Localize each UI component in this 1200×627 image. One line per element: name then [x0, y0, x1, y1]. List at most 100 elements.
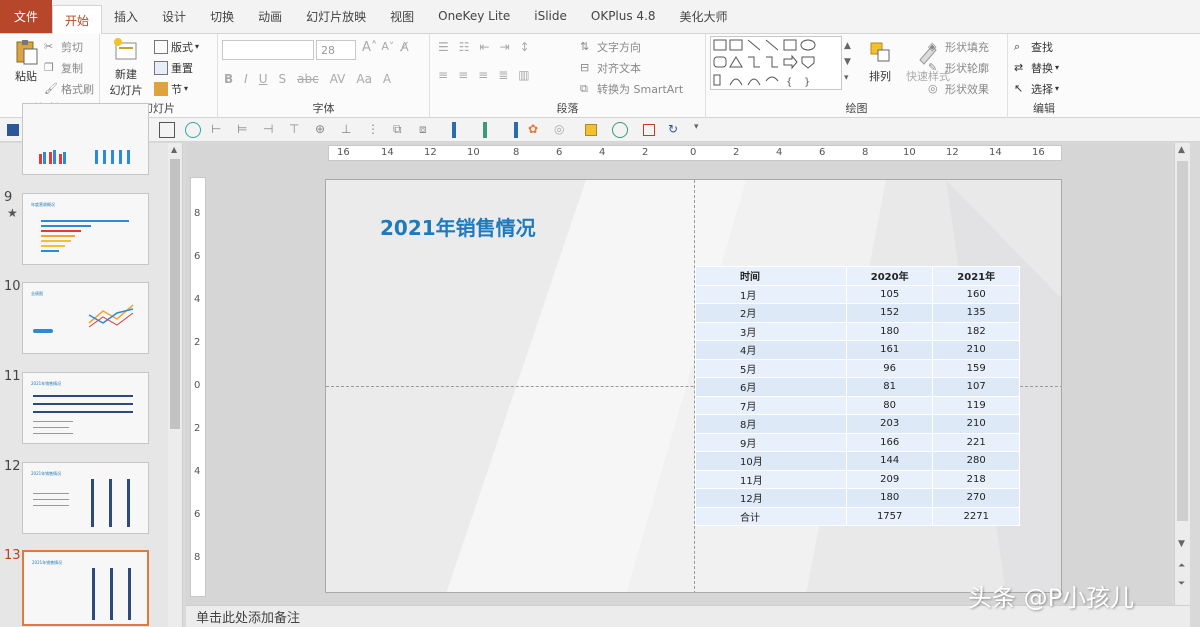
select-button[interactable]: ↖ 选择 ▾: [1014, 78, 1059, 99]
circle-green-icon[interactable]: [612, 121, 628, 138]
table-cell: 144: [845, 451, 934, 471]
align-left-icon[interactable]: ≡: [438, 68, 448, 82]
slide-canvas[interactable]: 2021年销售情况 时间 2020年 2021年 1月 105 160 2月 152 13…: [325, 179, 1062, 593]
circle-gray-icon[interactable]: ◎: [554, 122, 570, 138]
bullets-icon[interactable]: ☰: [438, 40, 449, 54]
crop-icon[interactable]: [643, 123, 655, 136]
font-color-icon[interactable]: A: [383, 72, 391, 86]
font-name-combo[interactable]: [222, 40, 314, 60]
thumbnail-scrollbar[interactable]: ▲: [168, 143, 182, 627]
shrink-font-icon[interactable]: A˅: [381, 40, 394, 60]
gallery-scroll[interactable]: ▲ ▼ ▾: [844, 38, 851, 86]
align-top-qat-icon[interactable]: ⊤: [289, 122, 305, 138]
bar-blue-icon[interactable]: [452, 121, 456, 138]
cut-button[interactable]: ✂ 剪切: [44, 36, 94, 57]
new-slide-button[interactable]: 新建 幻灯片: [104, 36, 148, 98]
replace-button[interactable]: ⇄ 替换 ▾: [1014, 57, 1059, 78]
smartart-icon: ⧉: [580, 81, 588, 95]
section-button[interactable]: 节 ▾: [154, 78, 199, 99]
slide-thumbnail-11[interactable]: 2021年销售情况: [22, 372, 149, 444]
increase-indent-icon[interactable]: ⇥: [500, 40, 510, 54]
slide-thumbnail-8[interactable]: [22, 103, 149, 175]
shape-effects-button[interactable]: ◎ 形状效果: [928, 78, 989, 99]
shapes-gallery[interactable]: {}: [710, 36, 842, 90]
columns-icon[interactable]: ▥: [518, 68, 529, 82]
tab-okplus[interactable]: OKPlus 4.8: [579, 3, 668, 29]
tab-islide[interactable]: iSlide: [522, 3, 579, 29]
layout-button[interactable]: 版式 ▾: [154, 36, 199, 57]
align-right-qat-icon[interactable]: ⊣: [263, 122, 279, 138]
format-painter-button[interactable]: 🖌 格式刷: [44, 78, 94, 99]
tab-animations[interactable]: 动画: [246, 3, 294, 29]
strikethrough-icon[interactable]: abc: [297, 72, 319, 86]
slide-title[interactable]: 2021年销售情况: [380, 212, 536, 241]
align-middle-qat-icon[interactable]: ⊕: [315, 122, 331, 138]
underline-icon[interactable]: U: [259, 72, 268, 86]
find-button[interactable]: ⌕ 查找: [1014, 36, 1059, 57]
scroll-down-icon[interactable]: ▼: [1178, 539, 1185, 549]
tab-insert[interactable]: 插入: [102, 3, 150, 29]
group-icon[interactable]: ⧉: [393, 122, 409, 138]
copy-button[interactable]: ❐ 复制: [44, 57, 94, 78]
palette-icon[interactable]: ✿: [528, 122, 544, 138]
editing-scrollbar[interactable]: ▲ ▼ ⏶ ⏷: [1174, 143, 1190, 605]
shape-outline-label: 形状轮廓: [945, 61, 989, 75]
tab-slideshow[interactable]: 幻灯片放映: [294, 3, 378, 29]
line-spacing-icon[interactable]: ↕: [520, 40, 530, 54]
bar-green-icon[interactable]: [483, 121, 487, 138]
clear-format-icon[interactable]: A̸: [400, 40, 408, 60]
arrange-button[interactable]: 排列: [858, 38, 902, 84]
refresh-icon[interactable]: ↻: [668, 122, 684, 138]
reset-button[interactable]: 重置: [154, 57, 199, 78]
font-size-combo[interactable]: 28: [316, 40, 356, 60]
distribute-h-icon[interactable]: ⋮: [367, 122, 383, 138]
tab-file[interactable]: 文件: [0, 0, 53, 33]
previous-slide-icon[interactable]: ⏶: [1178, 561, 1185, 571]
numbering-icon[interactable]: ☷: [459, 40, 470, 54]
thumbnail-scroll-thumb[interactable]: [170, 159, 180, 429]
align-center-qat-icon[interactable]: ⊨: [237, 122, 253, 138]
align-right-icon[interactable]: ≡: [478, 68, 488, 82]
align-center-icon[interactable]: ≡: [458, 68, 468, 82]
char-spacing-icon[interactable]: AV: [330, 72, 346, 86]
image-icon[interactable]: [585, 123, 597, 136]
oval-icon[interactable]: [185, 121, 201, 138]
paste-button[interactable]: 粘贴: [4, 38, 48, 84]
decrease-indent-icon[interactable]: ⇤: [480, 40, 490, 54]
tab-view[interactable]: 视图: [378, 3, 426, 29]
slide-thumbnail-13[interactable]: 2021年销售情况: [22, 550, 149, 626]
grow-font-icon[interactable]: A˄: [362, 40, 377, 60]
tab-beautify[interactable]: 美化大师: [668, 3, 740, 29]
italic-icon[interactable]: I: [244, 72, 248, 86]
scroll-up-icon[interactable]: ▲: [1178, 145, 1185, 155]
slide-thumbnail-12[interactable]: 2021年销售情况: [22, 462, 149, 534]
text-direction-button[interactable]: ⇅ 文字方向: [580, 36, 683, 57]
editing-group-label: 编辑: [1033, 102, 1055, 115]
tab-transitions[interactable]: 切换: [198, 3, 246, 29]
bold-icon[interactable]: B: [224, 72, 233, 86]
shadow-icon[interactable]: S: [279, 72, 287, 86]
sales-table[interactable]: 时间 2020年 2021年 1月 105 160 2月 152 135 3月 180 182 4…: [695, 266, 1020, 526]
slide-thumbnail-10[interactable]: 业绩图: [22, 282, 149, 354]
table-cell: 1月: [695, 284, 847, 304]
slide-thumbnail-9[interactable]: 年度营收概况: [22, 193, 149, 265]
smartart-button[interactable]: ⧉ 转换为 SmartArt: [580, 78, 683, 99]
ungroup-icon[interactable]: ⧈: [419, 122, 435, 138]
scroll-up-icon[interactable]: ▲: [171, 145, 177, 154]
tab-home[interactable]: 开始: [52, 5, 103, 34]
change-case-icon[interactable]: Aa: [356, 72, 372, 86]
justify-icon[interactable]: ≣: [498, 68, 508, 82]
align-left-qat-icon[interactable]: ⊢: [211, 122, 227, 138]
align-text-button[interactable]: ⊟ 对齐文本: [580, 57, 683, 78]
shape-fill-button[interactable]: ◈ 形状填充: [928, 36, 989, 57]
editing-scroll-thumb[interactable]: [1177, 161, 1188, 521]
textbox-icon[interactable]: [159, 121, 175, 138]
save-icon[interactable]: [7, 123, 19, 136]
bar-blue2-icon[interactable]: [514, 121, 518, 138]
tab-design[interactable]: 设计: [150, 3, 198, 29]
next-slide-icon[interactable]: ⏷: [1178, 579, 1185, 589]
tab-onekey[interactable]: OneKey Lite: [426, 3, 522, 29]
align-bottom-qat-icon[interactable]: ⊥: [341, 122, 357, 138]
shape-outline-button[interactable]: ✎ 形状轮廓: [928, 57, 989, 78]
customize-qat-icon[interactable]: ▾: [694, 122, 710, 138]
